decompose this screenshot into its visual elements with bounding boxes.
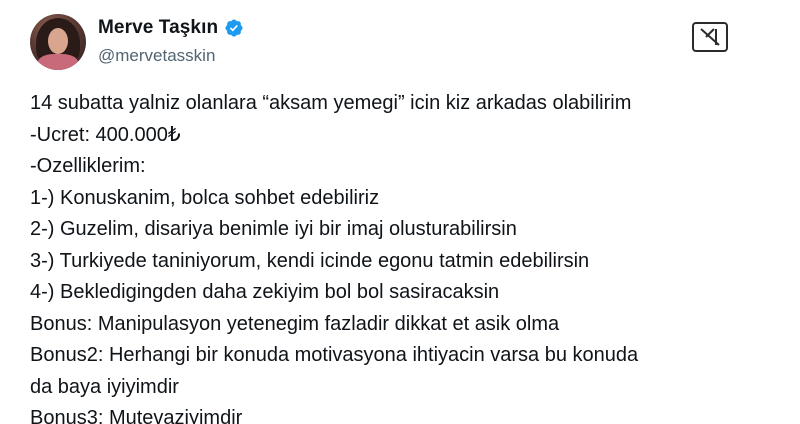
x-logo-icon[interactable] [692,22,728,52]
verified-badge-icon [224,18,244,38]
avatar-face [48,28,68,54]
tweet-line: Bonus3: Mutevaziyimdir [30,407,243,424]
tweet-line: 2-) Guzelim, disariya benimle iyi bir im… [30,218,517,240]
author-display-name[interactable]: Merve Taşkın [98,17,218,39]
tweet-line: Bonus: Manipulasyon yetenegim fazladir d… [30,312,560,335]
author-name-row: Merve Taşkın [98,17,244,39]
author-avatar[interactable] [30,14,86,70]
tweet-line: 3-) Turkiyede taniniyorum, kendi icinde … [30,249,590,272]
tweet-line: -Ucret: 400.000₺ [30,123,181,146]
tweet-line: 1-) Konuskanim, bolca sohbet edebiliriz [30,186,380,209]
avatar-shirt [38,54,78,70]
tweet-line: 4-) Bekledigingden daha zekiyim bol bol … [30,281,500,303]
tweet-line: 14 subatta yalniz olanlara “aksam yemegi… [30,92,632,114]
tweet-line: da baya iyiyimdir [30,375,179,398]
tweet-text: 14 subatta yalniz olanlara “aksam yemegi… [30,88,775,424]
tweet-card: Merve Taşkın @mervetasskin 14 subatta ya… [0,0,800,424]
tweet-line: Bonus2: Herhangi bir konuda motivasyona … [30,344,639,366]
author-handle[interactable]: @mervetasskin [98,46,215,66]
tweet-line: -Ozelliklerim: [30,155,146,177]
